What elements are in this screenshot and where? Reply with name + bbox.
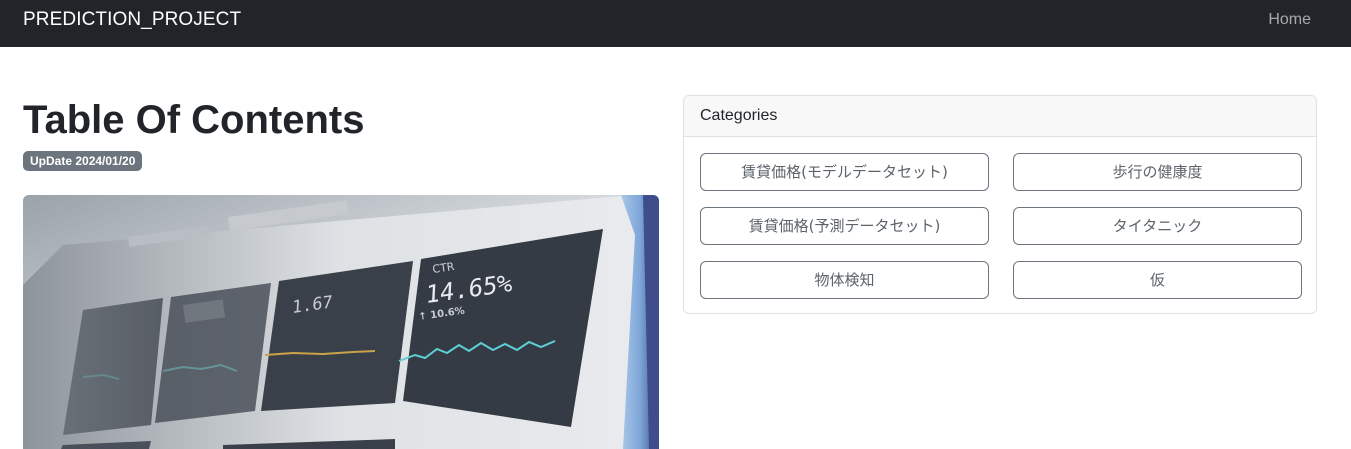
brand-link[interactable]: PREDICTION_PROJECT <box>23 9 241 31</box>
top-navbar: PREDICTION_PROJECT Home <box>0 0 1351 47</box>
category-button-walking-health[interactable]: 歩行の健康度 <box>1013 153 1302 191</box>
category-button-object-detection[interactable]: 物体検知 <box>700 261 989 299</box>
nav-home-link[interactable]: Home <box>1268 11 1311 29</box>
page-title: Table Of Contents <box>23 98 365 142</box>
categories-card: Categories 賃貸価格(モデルデータセット) 歩行の健康度 賃貸価格(予… <box>683 95 1317 314</box>
category-button-temp[interactable]: 仮 <box>1013 261 1302 299</box>
categories-header: Categories <box>684 96 1316 137</box>
dashboard-hero-image: CTR 14.65% ↑ 10.6% 1.67 <box>23 195 659 449</box>
update-date-badge: UpDate 2024/01/20 <box>23 151 143 171</box>
category-button-rent-predict[interactable]: 賃貸価格(予測データセット) <box>700 207 989 245</box>
category-button-titanic[interactable]: タイタニック <box>1013 207 1302 245</box>
category-button-rent-model[interactable]: 賃貸価格(モデルデータセット) <box>700 153 989 191</box>
